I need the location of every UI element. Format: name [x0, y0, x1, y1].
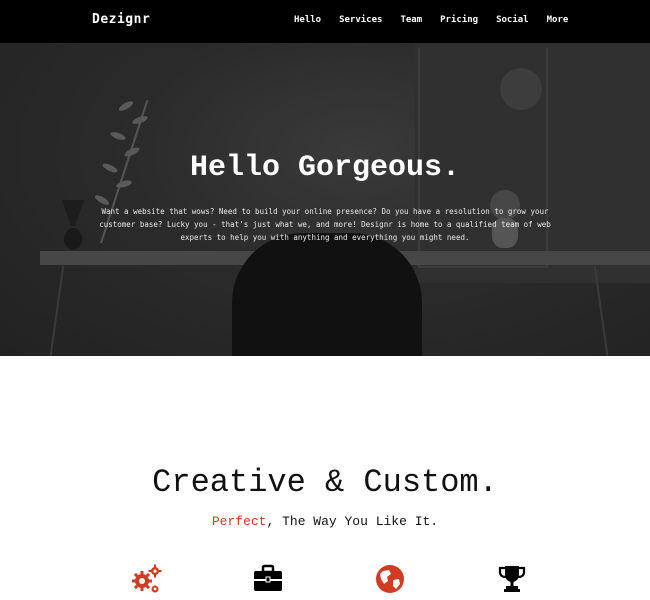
hero-title: Hello Gorgeous. [189, 151, 461, 185]
section-title: Creative & Custom. [152, 464, 498, 501]
nav-link-hello[interactable]: Hello [294, 15, 321, 25]
hero-bg-wall-clock [500, 68, 542, 110]
hero-bg-chair [232, 233, 422, 356]
nav-links: Hello Services Team Pricing Social More [294, 15, 568, 25]
gears-icon [132, 564, 162, 593]
hero-bg-desk-leg [49, 265, 65, 356]
subtitle-highlight: Perfect [211, 514, 267, 529]
hero-bg-vase [62, 200, 84, 252]
nav-link-pricing[interactable]: Pricing [440, 15, 478, 25]
feature-icons [0, 563, 650, 600]
subtitle-rest: , The Way You Like It. [266, 514, 439, 529]
nav-link-team[interactable]: Team [400, 15, 422, 25]
section-subtitle: Perfect, The Way You Like It. [0, 514, 650, 529]
trophy-icon [498, 566, 526, 592]
nav-link-more[interactable]: More [547, 15, 569, 25]
briefcase-icon [254, 564, 282, 591]
nav-link-services[interactable]: Services [339, 15, 382, 25]
hero-description: Want a website that wows? Need to build … [99, 207, 551, 242]
top-navbar: Dezignr Hello Services Team Pricing Soci… [0, 0, 650, 43]
nav-link-social[interactable]: Social [496, 15, 529, 25]
globe-icon [376, 565, 404, 593]
brand-logo[interactable]: Dezignr [92, 12, 150, 27]
hero-banner: Hello Gorgeous. Want a website that wows… [0, 43, 650, 356]
